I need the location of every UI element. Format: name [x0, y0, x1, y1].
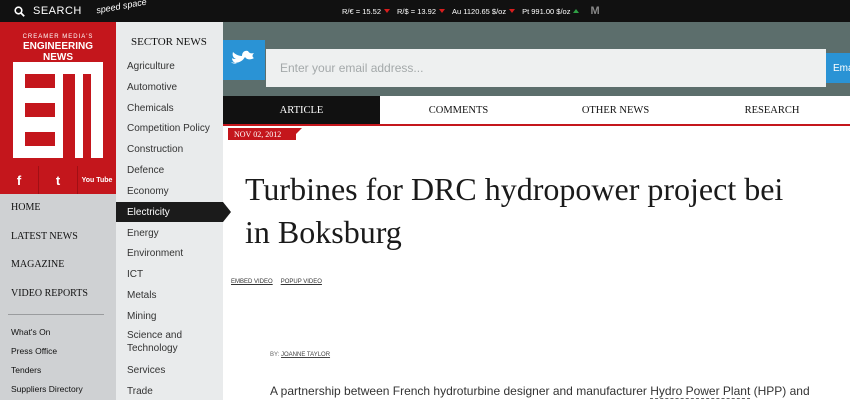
email-subscribe-button[interactable]: Ema [826, 53, 850, 83]
engineering-news-logo-icon[interactable] [13, 62, 103, 158]
market-ticker: R/€ = 15.52 R/$ = 13.92 Au 1120.65 $/oz … [342, 0, 600, 22]
twitter-icon[interactable]: t [39, 166, 78, 194]
ticker-item: Au 1120.65 $/oz [452, 7, 516, 16]
nav-item-press-office[interactable]: Press Office [11, 346, 57, 356]
twitter-badge[interactable] [223, 40, 265, 80]
speed-space-logo[interactable]: speed space [95, 0, 147, 15]
article-tabs: ARTICLE COMMENTS OTHER NEWS RESEARCH [223, 96, 850, 126]
popup-video-link[interactable]: POPUP VIDEO [281, 279, 322, 285]
social-links: f t You Tube [0, 166, 116, 194]
sector-item-electricity[interactable]: Electricity [116, 202, 223, 222]
site-logo-text[interactable]: CREAMER MEDIA'S ENGINEERING NEWS [8, 34, 108, 63]
sector-item-automotive[interactable]: Automotive [116, 77, 223, 97]
nav-item-home[interactable]: HOME [11, 202, 40, 213]
article-date-badge: NOV 02, 2012 [228, 128, 296, 140]
brand-panel: CREAMER MEDIA'S ENGINEERING NEWS f t You… [0, 22, 116, 194]
sector-item-trade[interactable]: Trade [116, 381, 223, 400]
down-arrow-icon [509, 9, 516, 13]
nav-item-tenders[interactable]: Tenders [11, 365, 41, 375]
top-bar: SEARCH speed space R/€ = 15.52 R/$ = 13.… [0, 0, 850, 22]
search-icon [14, 5, 25, 17]
hydro-power-plant-link[interactable]: Hydro Power Plant [650, 384, 751, 399]
nav-item-magazine[interactable]: MAGAZINE [11, 259, 64, 270]
sector-item-chemicals[interactable]: Chemicals [116, 98, 223, 118]
sector-item-agriculture[interactable]: Agriculture [116, 56, 223, 76]
author-link[interactable]: JOANNE TAYLOR [281, 352, 330, 358]
sector-item-defence[interactable]: Defence [116, 160, 223, 180]
facebook-icon[interactable]: f [0, 166, 39, 194]
article-byline: BY: JOANNE TAYLOR [270, 352, 331, 358]
sector-item-environment[interactable]: Environment [116, 243, 223, 263]
search-label: SEARCH [33, 5, 82, 17]
ticker-item: R/$ = 13.92 [397, 7, 445, 16]
date-badge-tail [296, 128, 302, 134]
tab-other-news[interactable]: OTHER NEWS [537, 96, 694, 124]
embed-video-link[interactable]: EMBED VIDEO [231, 279, 273, 285]
article-lede: A partnership between French hydroturbin… [270, 384, 810, 399]
nav-item-whats-on[interactable]: What's On [11, 327, 50, 337]
sector-item-mining[interactable]: Mining [116, 306, 223, 326]
up-arrow-icon [573, 9, 580, 13]
tab-research[interactable]: RESEARCH [694, 96, 850, 124]
partner-logo[interactable]: M [590, 5, 599, 17]
nav-item-suppliers-directory[interactable]: Suppliers Directory [11, 384, 83, 394]
nav-item-video-reports[interactable]: VIDEO REPORTS [11, 288, 88, 299]
ticker-item: Pt 991.00 $/oz [522, 7, 580, 16]
twitter-bird-icon [231, 50, 254, 64]
down-arrow-icon [439, 9, 445, 13]
sector-item-economy[interactable]: Economy [116, 181, 223, 201]
active-sector-pointer [223, 202, 231, 222]
sector-news-title: SECTOR NEWS [131, 36, 207, 48]
youtube-icon[interactable]: You Tube [78, 166, 116, 194]
sector-item-competition-policy[interactable]: Competition Policy [116, 118, 223, 138]
sector-news-panel: SECTOR NEWS Agriculture Automotive Chemi… [116, 22, 223, 400]
video-links: EMBED VIDEO POPUP VIDEO [231, 279, 322, 285]
down-arrow-icon [384, 9, 390, 13]
nav-divider [8, 314, 104, 315]
sector-item-construction[interactable]: Construction [116, 139, 223, 159]
email-subscribe-input[interactable] [266, 49, 826, 87]
main-navigation: HOME LATEST NEWS MAGAZINE VIDEO REPORTS … [0, 194, 116, 400]
sector-item-energy[interactable]: Energy [116, 223, 223, 243]
article-headline: Turbines for DRC hydropower project bei … [245, 171, 784, 250]
ticker-item: R/€ = 15.52 [342, 7, 390, 16]
sector-item-science-and-technology[interactable]: Science and Technology [116, 327, 206, 357]
sector-item-services[interactable]: Services [116, 360, 223, 380]
tab-comments[interactable]: COMMENTS [380, 96, 537, 124]
sector-item-metals[interactable]: Metals [116, 285, 223, 305]
nav-item-latest-news[interactable]: LATEST NEWS [11, 231, 78, 242]
sector-item-ict[interactable]: ICT [116, 264, 223, 284]
tab-article[interactable]: ARTICLE [223, 96, 380, 124]
search-button[interactable]: SEARCH [14, 0, 82, 22]
